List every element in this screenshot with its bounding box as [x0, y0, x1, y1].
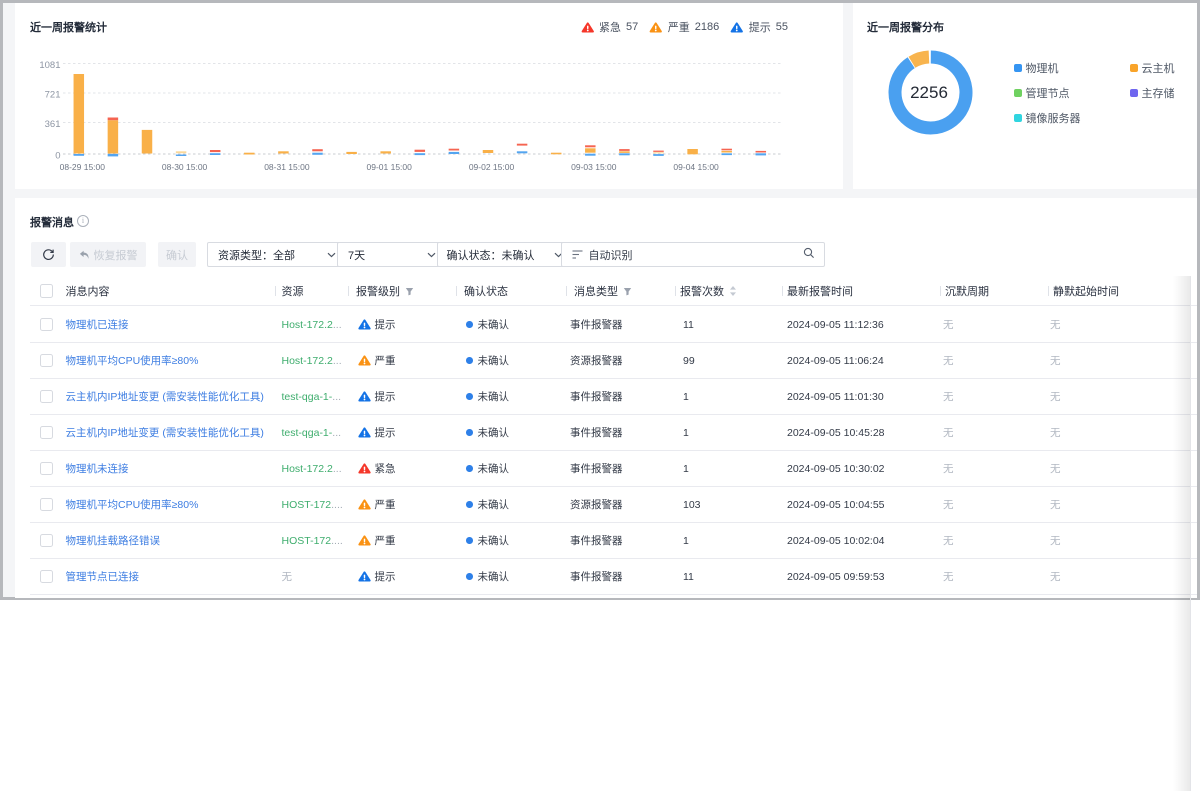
svg-text:09-01 15:00: 09-01 15:00 [366, 162, 412, 172]
svg-text:361: 361 [44, 119, 60, 130]
svg-text:0: 0 [55, 151, 60, 162]
svg-text:08-30 15:00: 08-30 15:00 [161, 162, 207, 172]
svg-text:09-03 15:00: 09-03 15:00 [571, 162, 617, 172]
svg-text:09-04 15:00: 09-04 15:00 [673, 162, 719, 172]
svg-text:721: 721 [44, 90, 60, 101]
svg-text:1081: 1081 [39, 60, 60, 71]
svg-text:08-29 15:00: 08-29 15:00 [59, 162, 105, 172]
svg-text:09-02 15:00: 09-02 15:00 [468, 162, 514, 172]
svg-text:08-31 15:00: 08-31 15:00 [264, 162, 310, 172]
